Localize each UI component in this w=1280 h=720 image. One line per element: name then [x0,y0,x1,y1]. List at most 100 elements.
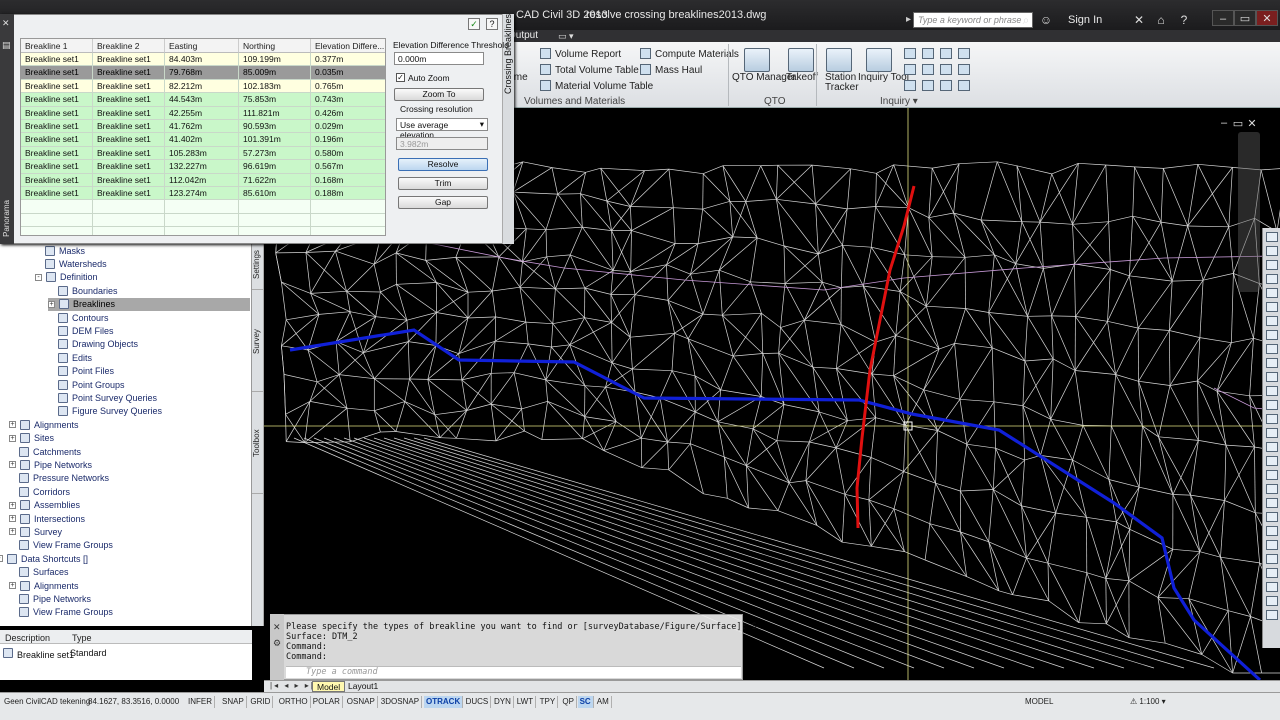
tree-item[interactable]: Pressure Networks [19,472,109,485]
toolbar-tool-icon[interactable] [1266,344,1278,354]
status-toggle-ducs[interactable]: DUCS [464,696,492,708]
coordinate-icon[interactable] [922,64,934,75]
grid-row[interactable]: Breakline set1 Breakline set1 41.402m 101.3… [21,133,385,147]
viewport-restore-icon[interactable]: ▭ [1232,117,1244,130]
tree-item[interactable]: Catchments [19,445,81,458]
annotation-scale[interactable]: ⚠ 1:100 ▾ [1130,697,1166,706]
minimize-icon[interactable]: – [1212,10,1234,26]
cell-breakline-2[interactable]: Breakline set1 [93,106,165,120]
col-type[interactable]: Type [72,633,92,643]
compute-materials-button[interactable]: Compute Materials [640,48,739,60]
cell-easting[interactable]: 82.212m [165,79,239,94]
tree-item[interactable]: Drawing Objects [58,338,138,351]
col-description[interactable]: Description [5,633,50,643]
threshold-input[interactable]: 0.000m [394,52,484,65]
toolbar-tool-icon[interactable] [1266,470,1278,480]
cell-breakline-1[interactable]: Breakline set1 [21,106,93,120]
toolbar-tool-icon[interactable] [1266,358,1278,368]
help-icon[interactable]: ? [1175,12,1193,28]
viewport-minimize-icon[interactable]: – [1218,117,1230,129]
cell-breakline-2[interactable]: Breakline set1 [93,79,165,94]
clock-icon[interactable] [940,80,952,91]
cell-breakline-2[interactable]: Breakline set1 [93,160,165,174]
cell-elevation-difference[interactable]: 0.765m [311,79,385,94]
tree-item[interactable]: DEM Files [58,324,114,337]
grid-row[interactable]: Breakline set1 Breakline set1 41.762m 90.59… [21,120,385,134]
chart-icon[interactable] [922,80,934,91]
cell-breakline-2[interactable]: Breakline set1 [93,133,165,147]
tree-item[interactable]: Figure Survey Queries [58,405,162,418]
expand-icon[interactable]: + [9,528,16,536]
cell-elevation-difference[interactable]: 0.168m [311,173,385,187]
status-toggle-snap[interactable]: SNAP [220,696,247,708]
toolbar-tool-icon[interactable] [1266,456,1278,466]
tree-item[interactable]: Pipe Networks [19,592,91,605]
tree-item[interactable]: - Definition [35,271,98,284]
tree-item[interactable]: Edits [58,351,92,364]
collapse-icon[interactable]: - [35,273,42,281]
toolbar-tool-icon[interactable] [1266,330,1278,340]
cell-easting[interactable]: 79.768m [165,66,239,80]
cell-northing[interactable]: 75.853m [239,93,311,107]
cell-elevation-difference[interactable]: 0.580m [311,146,385,161]
grid-row[interactable]: Breakline set1 Breakline set1 84.403m 109.1… [21,53,385,67]
cell-northing[interactable]: 111.821m [239,106,311,120]
list-icon[interactable] [958,48,970,59]
tree-item[interactable]: + Alignments [9,418,79,431]
cell-breakline-1[interactable]: Breakline set1 [21,79,93,94]
tree-item[interactable]: Contours [58,311,109,324]
tree-item[interactable]: - Data Shortcuts [] [0,552,88,565]
cell-easting[interactable]: 123.274m [165,187,239,201]
cell-breakline-1[interactable]: Breakline set1 [21,66,93,80]
cell-elevation-difference[interactable]: 0.029m [311,120,385,134]
toolbar-tool-icon[interactable] [1266,274,1278,284]
takeoff-button[interactable]: Takeoff [786,72,818,83]
close-icon[interactable]: ✕ [2,18,10,29]
col-northing[interactable]: Northing [239,39,311,53]
toolbar-tool-icon[interactable] [1266,596,1278,606]
volume-report-button[interactable]: Volume Report [540,48,621,60]
cell-northing[interactable]: 90.593m [239,120,311,134]
region-icon[interactable] [904,80,916,91]
toolbar-tool-icon[interactable] [1266,512,1278,522]
cell-easting[interactable]: 112.042m [165,173,239,187]
cell-northing[interactable]: 101.391m [239,133,311,147]
status-toggle-sc[interactable]: SC [577,696,594,708]
cell-breakline-1[interactable]: Breakline set1 [21,173,93,187]
search-icon[interactable]: ⌕ [1017,12,1035,28]
toolbar-tool-icon[interactable] [1266,232,1278,242]
gap-button[interactable]: Gap [398,196,488,209]
tree-item[interactable]: View Frame Groups [19,539,113,552]
tree-item[interactable]: View Frame Groups [19,606,113,619]
resolution-select[interactable]: Use average elevation ▾ [396,118,488,140]
cell-easting[interactable]: 41.402m [165,133,239,147]
total-volume-table-button[interactable]: Total Volume Table [540,64,639,76]
takeoff-icon[interactable] [788,48,814,72]
close-icon[interactable]: ✕ [273,622,281,633]
cell-breakline-1[interactable]: Breakline set1 [21,120,93,134]
tree-item[interactable]: Masks [45,244,85,257]
cell-elevation-difference[interactable]: 0.377m [311,53,385,67]
toolbar-tool-icon[interactable] [1266,540,1278,550]
toolbar-tool-icon[interactable] [1266,442,1278,452]
angle-icon[interactable] [922,48,934,59]
check-icon[interactable]: ✓ [468,18,480,30]
status-toggle-infer[interactable]: INFER [186,696,215,708]
col-easting[interactable]: Easting [165,39,239,53]
tree-item[interactable]: Boundaries [58,284,118,297]
cell-northing[interactable]: 71.622m [239,173,311,187]
expand-icon[interactable]: + [9,515,16,522]
tree-item[interactable]: + Alignments [9,579,79,592]
arrow-right-icon[interactable]: ▸ [906,14,911,25]
toolbar-tool-icon[interactable] [1266,526,1278,536]
cell-elevation-difference[interactable]: 0.188m [311,187,385,201]
cell-breakline-1[interactable]: Breakline set1 [21,53,93,67]
cell-easting[interactable]: 42.255m [165,106,239,120]
panel-inquiry-label[interactable]: Inquiry ▾ [880,96,918,107]
status-toggle-tpy[interactable]: TPY [538,696,559,708]
expand-icon[interactable]: + [9,501,16,509]
cell-breakline-2[interactable]: Breakline set1 [93,187,165,201]
expand-icon[interactable]: + [9,582,16,589]
sum-icon[interactable] [940,64,952,75]
grid-row[interactable]: Breakline set1 Breakline set1 79.768m 85.00… [21,66,385,80]
